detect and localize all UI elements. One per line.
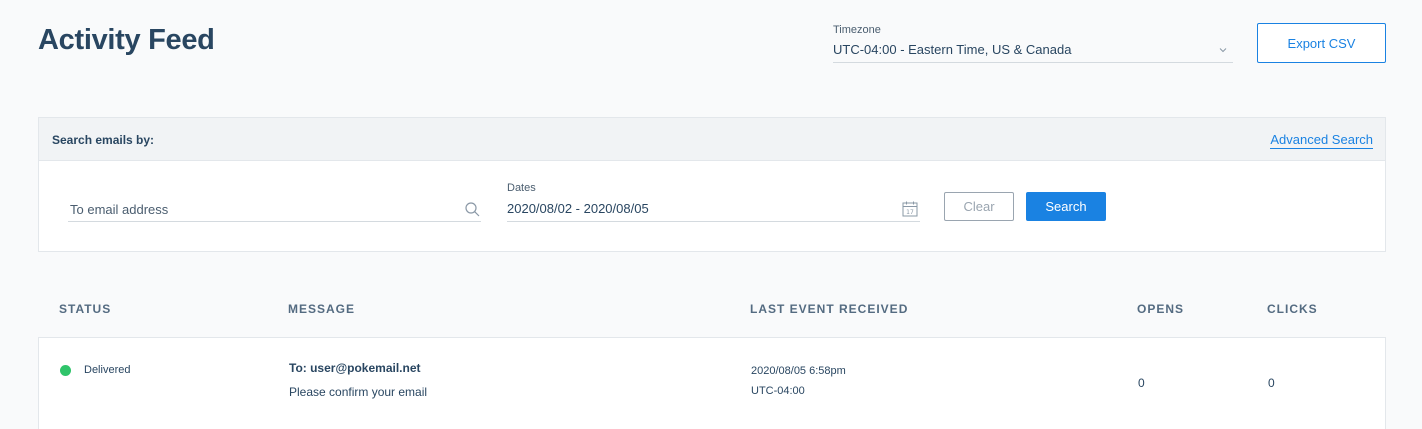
timezone-value: UTC-04:00 - Eastern Time, US & Canada bbox=[833, 42, 1072, 57]
opens-count: 0 bbox=[1138, 376, 1145, 390]
calendar-icon[interactable]: 17 bbox=[901, 200, 919, 218]
message-recipient: To: user@pokemail.net bbox=[289, 361, 421, 375]
status-dot-icon bbox=[60, 365, 71, 376]
search-panel: Search emails by: Advanced Search Dates … bbox=[38, 117, 1386, 252]
chevron-down-icon bbox=[1219, 48, 1227, 53]
search-icon[interactable] bbox=[464, 201, 481, 218]
table-row[interactable]: Delivered To: user@pokemail.net Please c… bbox=[38, 337, 1386, 429]
page-title: Activity Feed bbox=[38, 24, 215, 56]
status-label: Delivered bbox=[84, 364, 131, 376]
email-input[interactable] bbox=[68, 198, 481, 221]
dates-value: 2020/08/02 - 2020/08/05 bbox=[507, 201, 649, 216]
clear-button[interactable]: Clear bbox=[944, 192, 1014, 221]
dates-field[interactable]: 2020/08/02 - 2020/08/05 17 bbox=[507, 198, 920, 222]
column-header-status[interactable]: STATUS bbox=[59, 302, 111, 316]
message-subject: Please confirm your email bbox=[289, 385, 428, 399]
search-button[interactable]: Search bbox=[1026, 192, 1106, 221]
event-date: 2020/08/05 6:58pm bbox=[751, 365, 846, 377]
column-header-last-event[interactable]: LAST EVENT RECEIVED bbox=[750, 302, 908, 316]
timezone-label: Timezone bbox=[833, 24, 881, 36]
column-header-message[interactable]: MESSAGE bbox=[288, 302, 355, 316]
search-panel-header: Search emails by: Advanced Search bbox=[39, 118, 1385, 161]
timezone-select[interactable]: UTC-04:00 - Eastern Time, US & Canada bbox=[833, 40, 1233, 63]
dates-label: Dates bbox=[507, 182, 536, 194]
calendar-day: 17 bbox=[906, 209, 914, 216]
advanced-search-link[interactable]: Advanced Search bbox=[1270, 132, 1373, 149]
email-search-field[interactable] bbox=[68, 198, 481, 222]
event-timezone: UTC-04:00 bbox=[751, 385, 805, 397]
column-header-opens[interactable]: OPENS bbox=[1137, 302, 1184, 316]
column-header-clicks[interactable]: CLICKS bbox=[1267, 302, 1318, 316]
search-heading: Search emails by: bbox=[52, 133, 155, 147]
export-csv-button[interactable]: Export CSV bbox=[1257, 23, 1386, 63]
clicks-count: 0 bbox=[1268, 376, 1275, 390]
